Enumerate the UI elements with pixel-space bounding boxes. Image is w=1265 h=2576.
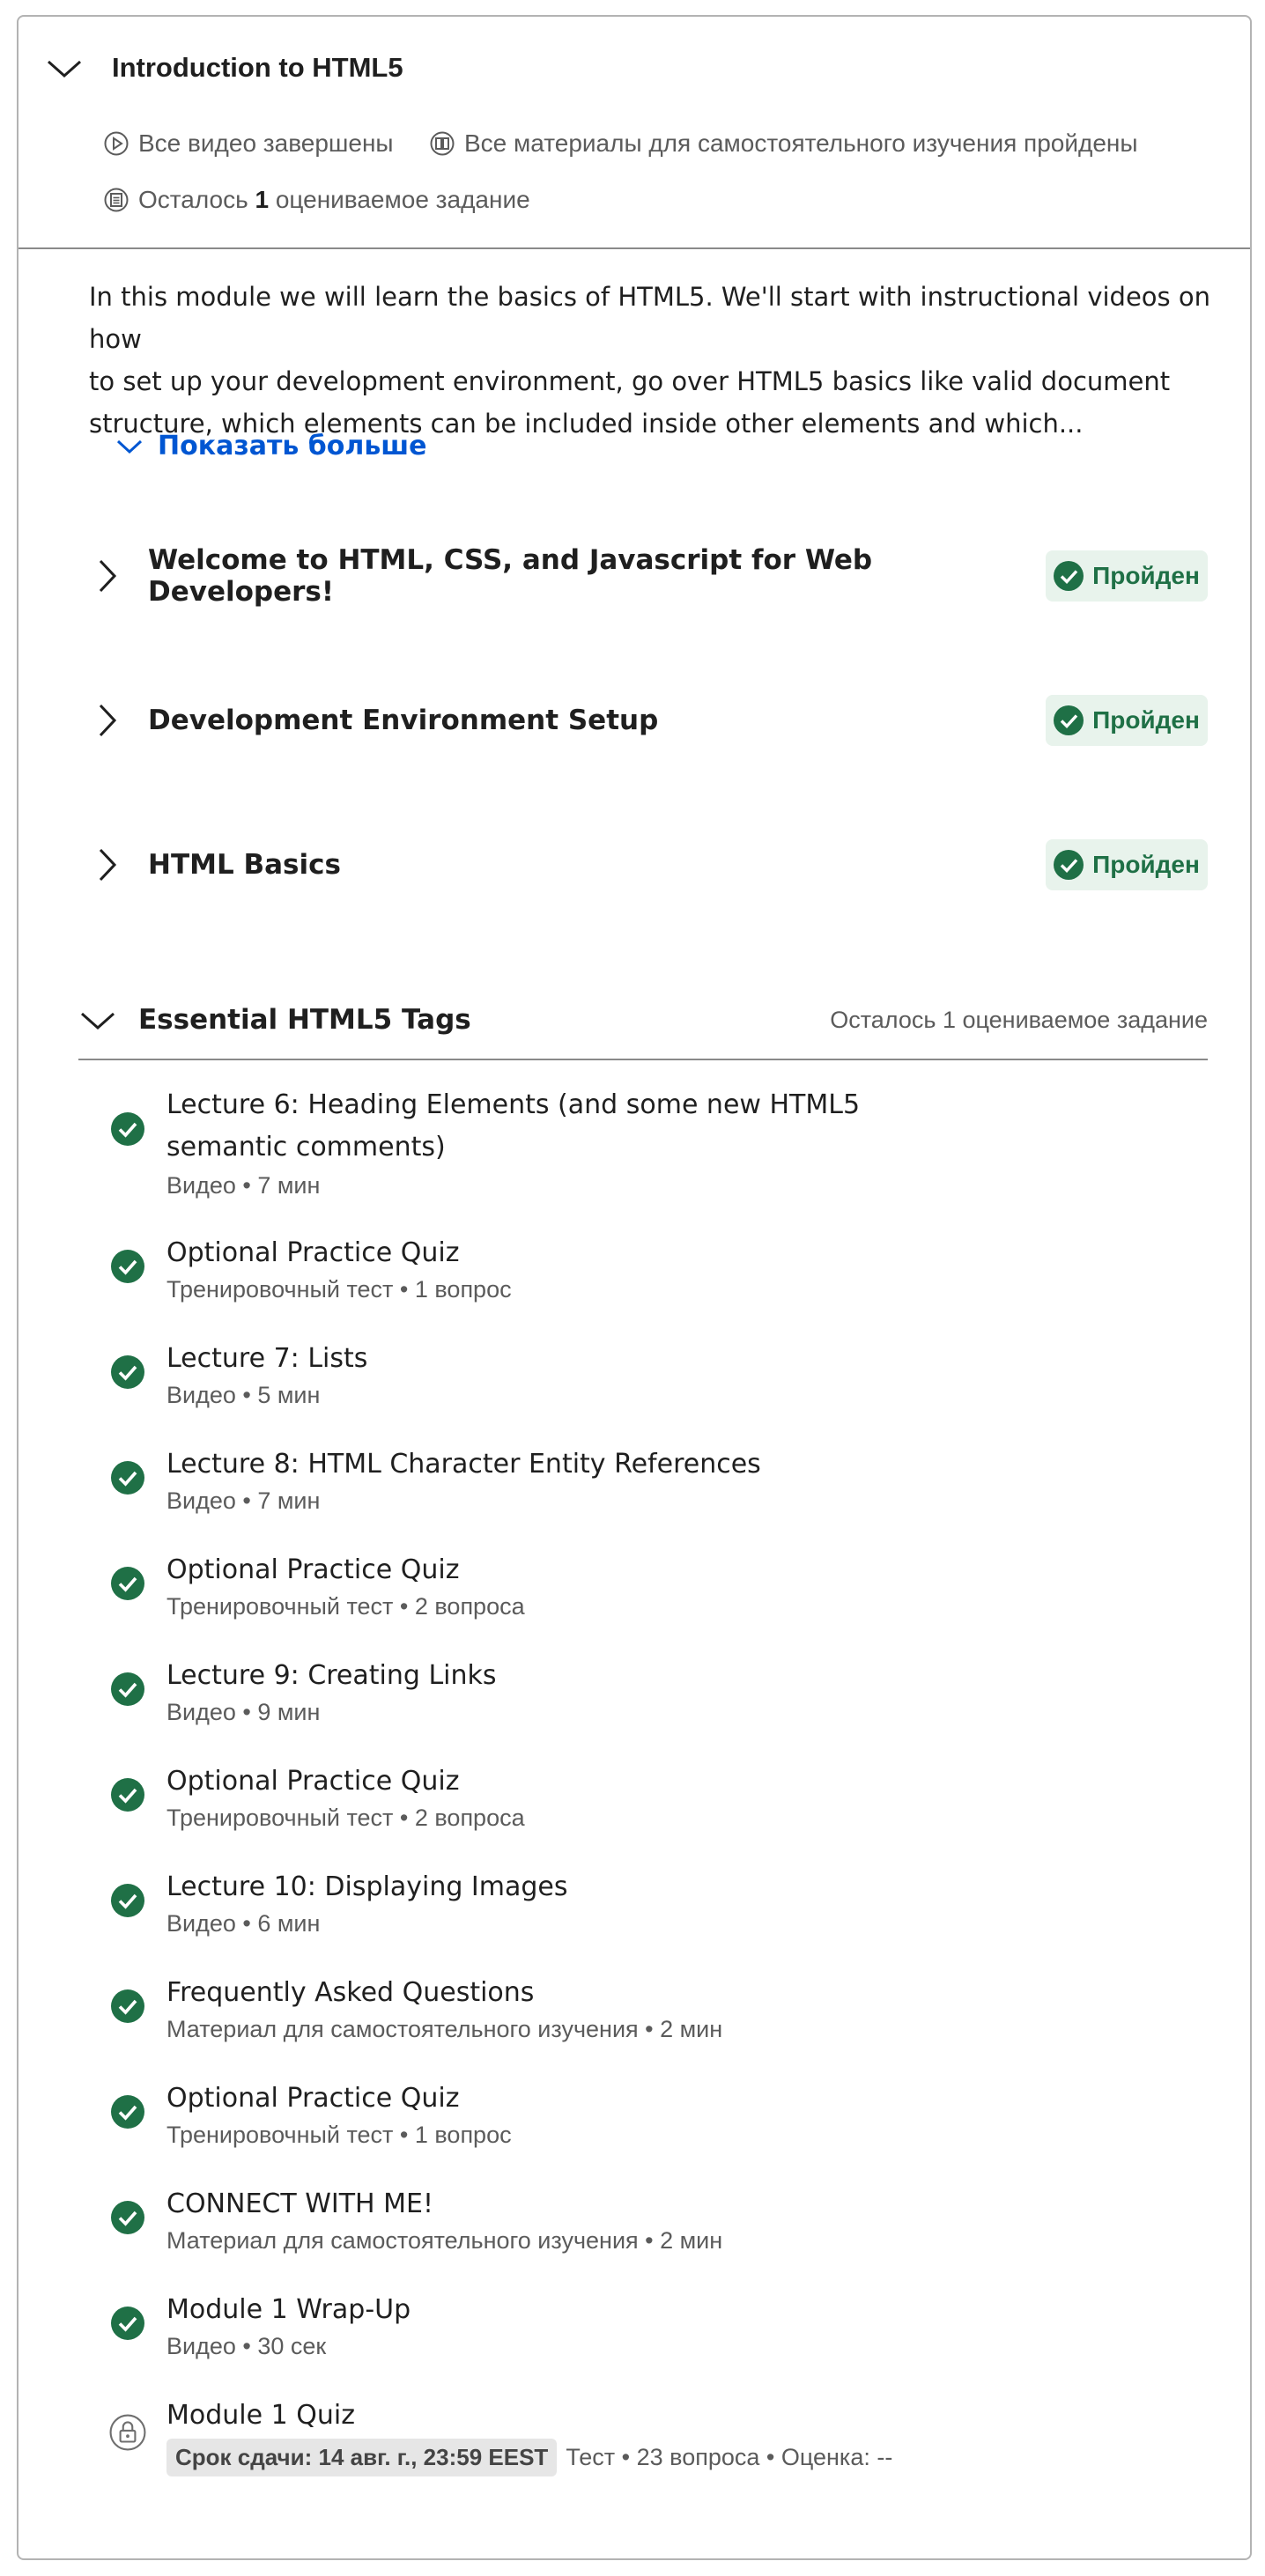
open-lesson-divider	[78, 1059, 1208, 1060]
list-item[interactable]: Module 1 Wrap-Up Видео • 30 сек	[111, 2289, 1168, 2368]
list-item[interactable]: Frequently Asked Questions Материал для …	[111, 1972, 1168, 2051]
check-circle-icon	[1054, 850, 1084, 880]
open-lesson-header[interactable]: Essential HTML5 Tags Осталось 1 оценивае…	[78, 989, 1208, 1051]
check-circle-icon	[111, 1884, 144, 1917]
lock-icon	[109, 2414, 146, 2451]
graded-prefix: Осталось	[138, 186, 248, 213]
module-header-divider	[18, 247, 1250, 249]
module-header[interactable]: Introduction to HTML5	[45, 52, 403, 84]
chevron-down-icon	[116, 439, 143, 454]
check-circle-icon	[111, 1250, 144, 1283]
item-meta: Тренировочный тест • 1 вопрос	[166, 1276, 512, 1303]
item-name: Lecture 8: HTML Character Entity Referen…	[166, 1449, 761, 1480]
check-circle-icon	[1054, 561, 1084, 591]
assignment-icon	[104, 188, 129, 212]
show-more-label: Показать больше	[158, 431, 427, 461]
description-line: to set up your development environment, …	[89, 366, 1171, 396]
list-item[interactable]: Lecture 10: Displaying Images Видео • 6 …	[111, 1866, 1168, 1945]
check-circle-icon	[111, 1672, 144, 1706]
list-item[interactable]: Module 1 Quiz Срок сдачи: 14 авг. г., 23…	[109, 2395, 1168, 2491]
check-circle-icon	[1054, 705, 1084, 735]
lesson-row[interactable]: HTML Basics Пройден	[93, 830, 1208, 900]
completed-badge: Пройден	[1046, 839, 1208, 890]
list-item[interactable]: Optional Practice Quiz Тренировочный тес…	[111, 1760, 1168, 1840]
due-date-badge: Срок сдачи: 14 авг. г., 23:59 EEST	[166, 2439, 558, 2476]
chevron-right-icon	[99, 848, 117, 882]
item-name: Frequently Asked Questions	[166, 1977, 535, 2008]
module-description: In this module we will learn the basics …	[89, 276, 1217, 445]
item-meta: Тренировочный тест • 1 вопрос	[166, 2122, 512, 2148]
module-title: Introduction to HTML5	[112, 52, 403, 83]
badge-label: Пройден	[1092, 851, 1200, 878]
item-name: Lecture 10: Displaying Images	[166, 1871, 568, 1902]
item-meta: Видео • 6 мин	[166, 1910, 321, 1937]
videos-status: Все видео завершены	[103, 129, 394, 158]
badge-label: Пройден	[1092, 706, 1200, 734]
item-name: Optional Practice Quiz	[166, 1554, 460, 1585]
graded-count: 1	[255, 186, 270, 213]
item-meta: Видео • 7 мин	[166, 1172, 321, 1199]
graded-suffix: оцениваемое задание	[275, 186, 530, 213]
item-meta: Видео • 30 сек	[166, 2333, 327, 2359]
play-icon	[104, 131, 129, 156]
list-item[interactable]: Lecture 7: Lists Видео • 5 мин	[111, 1338, 1168, 1417]
chevron-down-icon	[48, 60, 81, 78]
item-name: Lecture 7: Lists	[166, 1343, 368, 1374]
list-item[interactable]: Lecture 9: Creating Links Видео • 9 мин	[111, 1655, 1168, 1734]
description-line: In this module we will learn the basics …	[89, 282, 1210, 354]
item-meta: Тренировочный тест • 2 вопроса	[166, 1805, 525, 1831]
item-name: Lecture 9: Creating Links	[166, 1660, 497, 1691]
item-name: Module 1 Wrap-Up	[166, 2294, 411, 2325]
check-circle-icon	[111, 2307, 144, 2340]
lesson-title: Development Environment Setup	[148, 705, 659, 736]
badge-label: Пройден	[1092, 562, 1200, 589]
completed-badge: Пройден	[1046, 550, 1208, 602]
chevron-right-icon	[99, 704, 117, 737]
list-item[interactable]: Optional Practice Quiz Тренировочный тес…	[111, 1232, 1168, 1311]
item-name: Optional Practice Quiz	[166, 1237, 460, 1268]
lesson-row[interactable]: Welcome to HTML, CSS, and Javascript for…	[93, 541, 1208, 611]
item-name: Module 1 Quiz	[166, 2400, 355, 2431]
list-item[interactable]: Lecture 8: HTML Character Entity Referen…	[111, 1443, 1168, 1523]
chevron-right-icon	[99, 559, 117, 593]
readings-status: Все материалы для самостоятельного изуче…	[429, 129, 1137, 158]
module-card: Introduction to HTML5 Все видео завершен…	[17, 15, 1252, 2560]
check-circle-icon	[111, 1778, 144, 1812]
check-circle-icon	[111, 1355, 144, 1389]
videos-status-text: Все видео завершены	[138, 129, 394, 157]
open-lesson-title: Essential HTML5 Tags	[138, 1004, 471, 1036]
item-meta: Видео • 5 мин	[166, 1382, 321, 1408]
list-item[interactable]: CONNECT WITH ME! Материал для самостояте…	[111, 2183, 1168, 2262]
item-meta: Тест • 23 вопроса • Оценка: --	[566, 2444, 893, 2470]
list-item[interactable]: Optional Practice Quiz Тренировочный тес…	[111, 1549, 1168, 1628]
check-circle-icon	[111, 2095, 144, 2129]
list-item[interactable]: Optional Practice Quiz Тренировочный тес…	[111, 2078, 1168, 2157]
item-name: CONNECT WITH ME!	[166, 2188, 434, 2219]
item-meta: Материал для самостоятельного изучения •…	[166, 2227, 723, 2254]
item-meta: Материал для самостоятельного изучения •…	[166, 2016, 723, 2042]
item-meta-row: Срок сдачи: 14 авг. г., 23:59 EEST Тест …	[166, 2439, 892, 2476]
item-name: Lecture 6: Heading Elements (and some ne…	[166, 1089, 861, 1163]
check-circle-icon	[111, 1112, 144, 1146]
item-meta: Видео • 7 мин	[166, 1487, 321, 1514]
lesson-title: Welcome to HTML, CSS, and Javascript for…	[148, 544, 873, 608]
item-meta: Тренировочный тест • 2 вопроса	[166, 1593, 525, 1620]
lesson-row[interactable]: Development Environment Setup Пройден	[93, 685, 1208, 756]
item-meta: Видео • 9 мин	[166, 1699, 321, 1725]
chevron-down-icon	[81, 1012, 115, 1030]
completed-badge: Пройден	[1046, 695, 1208, 746]
show-more-button[interactable]: Показать больше	[115, 431, 427, 461]
lesson-title: HTML Basics	[148, 849, 341, 881]
check-circle-icon	[111, 1461, 144, 1495]
check-circle-icon	[111, 1989, 144, 2023]
check-circle-icon	[111, 2201, 144, 2234]
item-name: Optional Practice Quiz	[166, 1766, 460, 1797]
graded-status: Осталось 1 оцениваемое задание	[103, 186, 530, 214]
check-circle-icon	[111, 1567, 144, 1600]
readings-status-text: Все материалы для самостоятельного изуче…	[464, 129, 1138, 157]
open-lesson-remaining: Осталось 1 оцениваемое задание	[830, 1006, 1208, 1033]
list-item[interactable]: Lecture 6: Heading Elements (and some ne…	[111, 1084, 1168, 1199]
book-icon	[430, 131, 455, 156]
item-name: Optional Practice Quiz	[166, 2083, 460, 2114]
